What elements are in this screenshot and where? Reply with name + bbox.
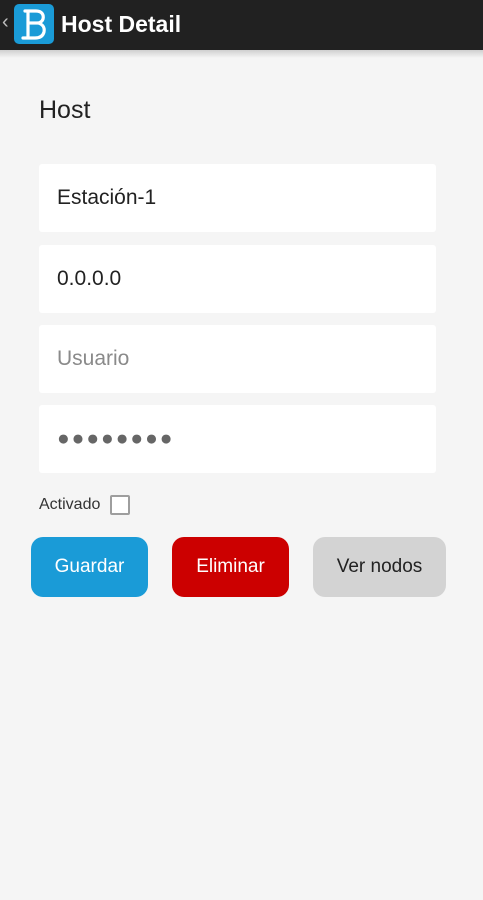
page-title: Host Detail (61, 11, 182, 37)
activated-label: Activado (39, 496, 101, 513)
section-title: Host (39, 96, 91, 124)
host-name-field[interactable] (39, 164, 436, 232)
username-field[interactable] (39, 325, 436, 393)
back-chevron-icon[interactable]: ‹ (2, 12, 9, 32)
save-button[interactable]: Guardar (31, 537, 148, 597)
host-ip-field[interactable] (39, 245, 436, 313)
appbar-shadow (0, 50, 483, 58)
app-bar: ‹ Host Detail (0, 0, 483, 50)
activated-row: Activado (39, 495, 131, 515)
password-field[interactable]: ●●●●●●●● (39, 405, 436, 473)
logo-b-glyph (21, 9, 46, 40)
delete-button[interactable]: Eliminar (172, 537, 289, 597)
activated-checkbox[interactable] (110, 495, 131, 515)
app-logo-icon[interactable] (14, 4, 54, 44)
view-nodes-button[interactable]: Ver nodos (313, 537, 446, 597)
